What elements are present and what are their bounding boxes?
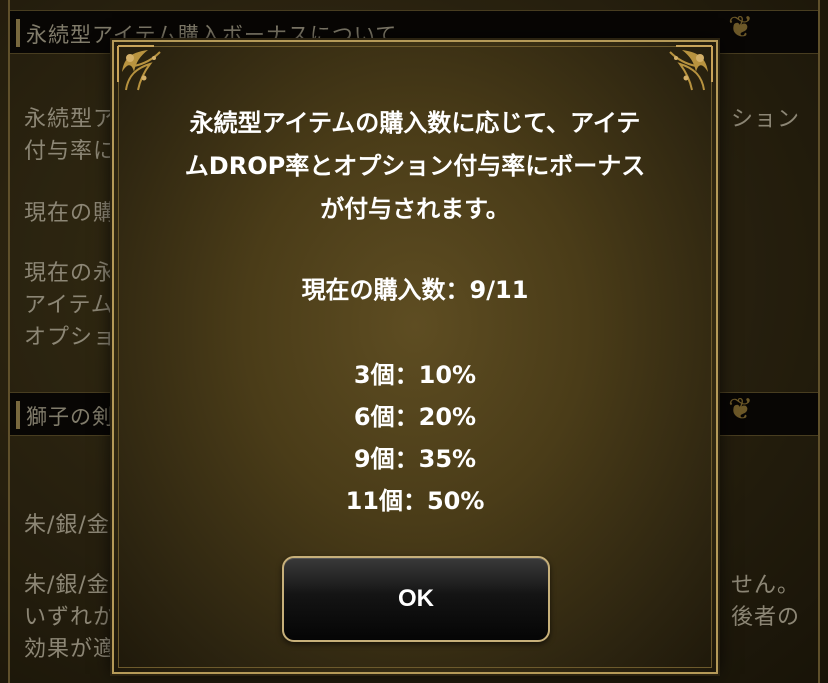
dialog-description: 永続型アイテムの購入数に応じて、アイテ ムDROP率とオプション付与率にボーナス… [114, 102, 716, 231]
bonus-tier-item: 9個：35% [353, 445, 477, 473]
purchase-count: 現在の購入数：9/11 [301, 276, 529, 304]
bonus-tier-item: 11個：50% [345, 487, 485, 515]
bonus-tier-item: 3個：10% [353, 361, 477, 389]
description-line: 永続型アイテムの購入数に応じて、アイテ [189, 109, 641, 137]
bonus-info-dialog: 永続型アイテムの購入数に応じて、アイテ ムDROP率とオプション付与率にボーナス… [112, 40, 718, 674]
description-line: が付与されます。 [320, 195, 510, 223]
bonus-tier-list: 3個：10% 6個：20% 9個：35% 11個：50% [114, 354, 716, 522]
bonus-tier-item: 6個：20% [353, 403, 477, 431]
description-line: ムDROP率とオプション付与率にボーナス [184, 152, 646, 180]
ok-button[interactable]: OK [282, 556, 550, 642]
